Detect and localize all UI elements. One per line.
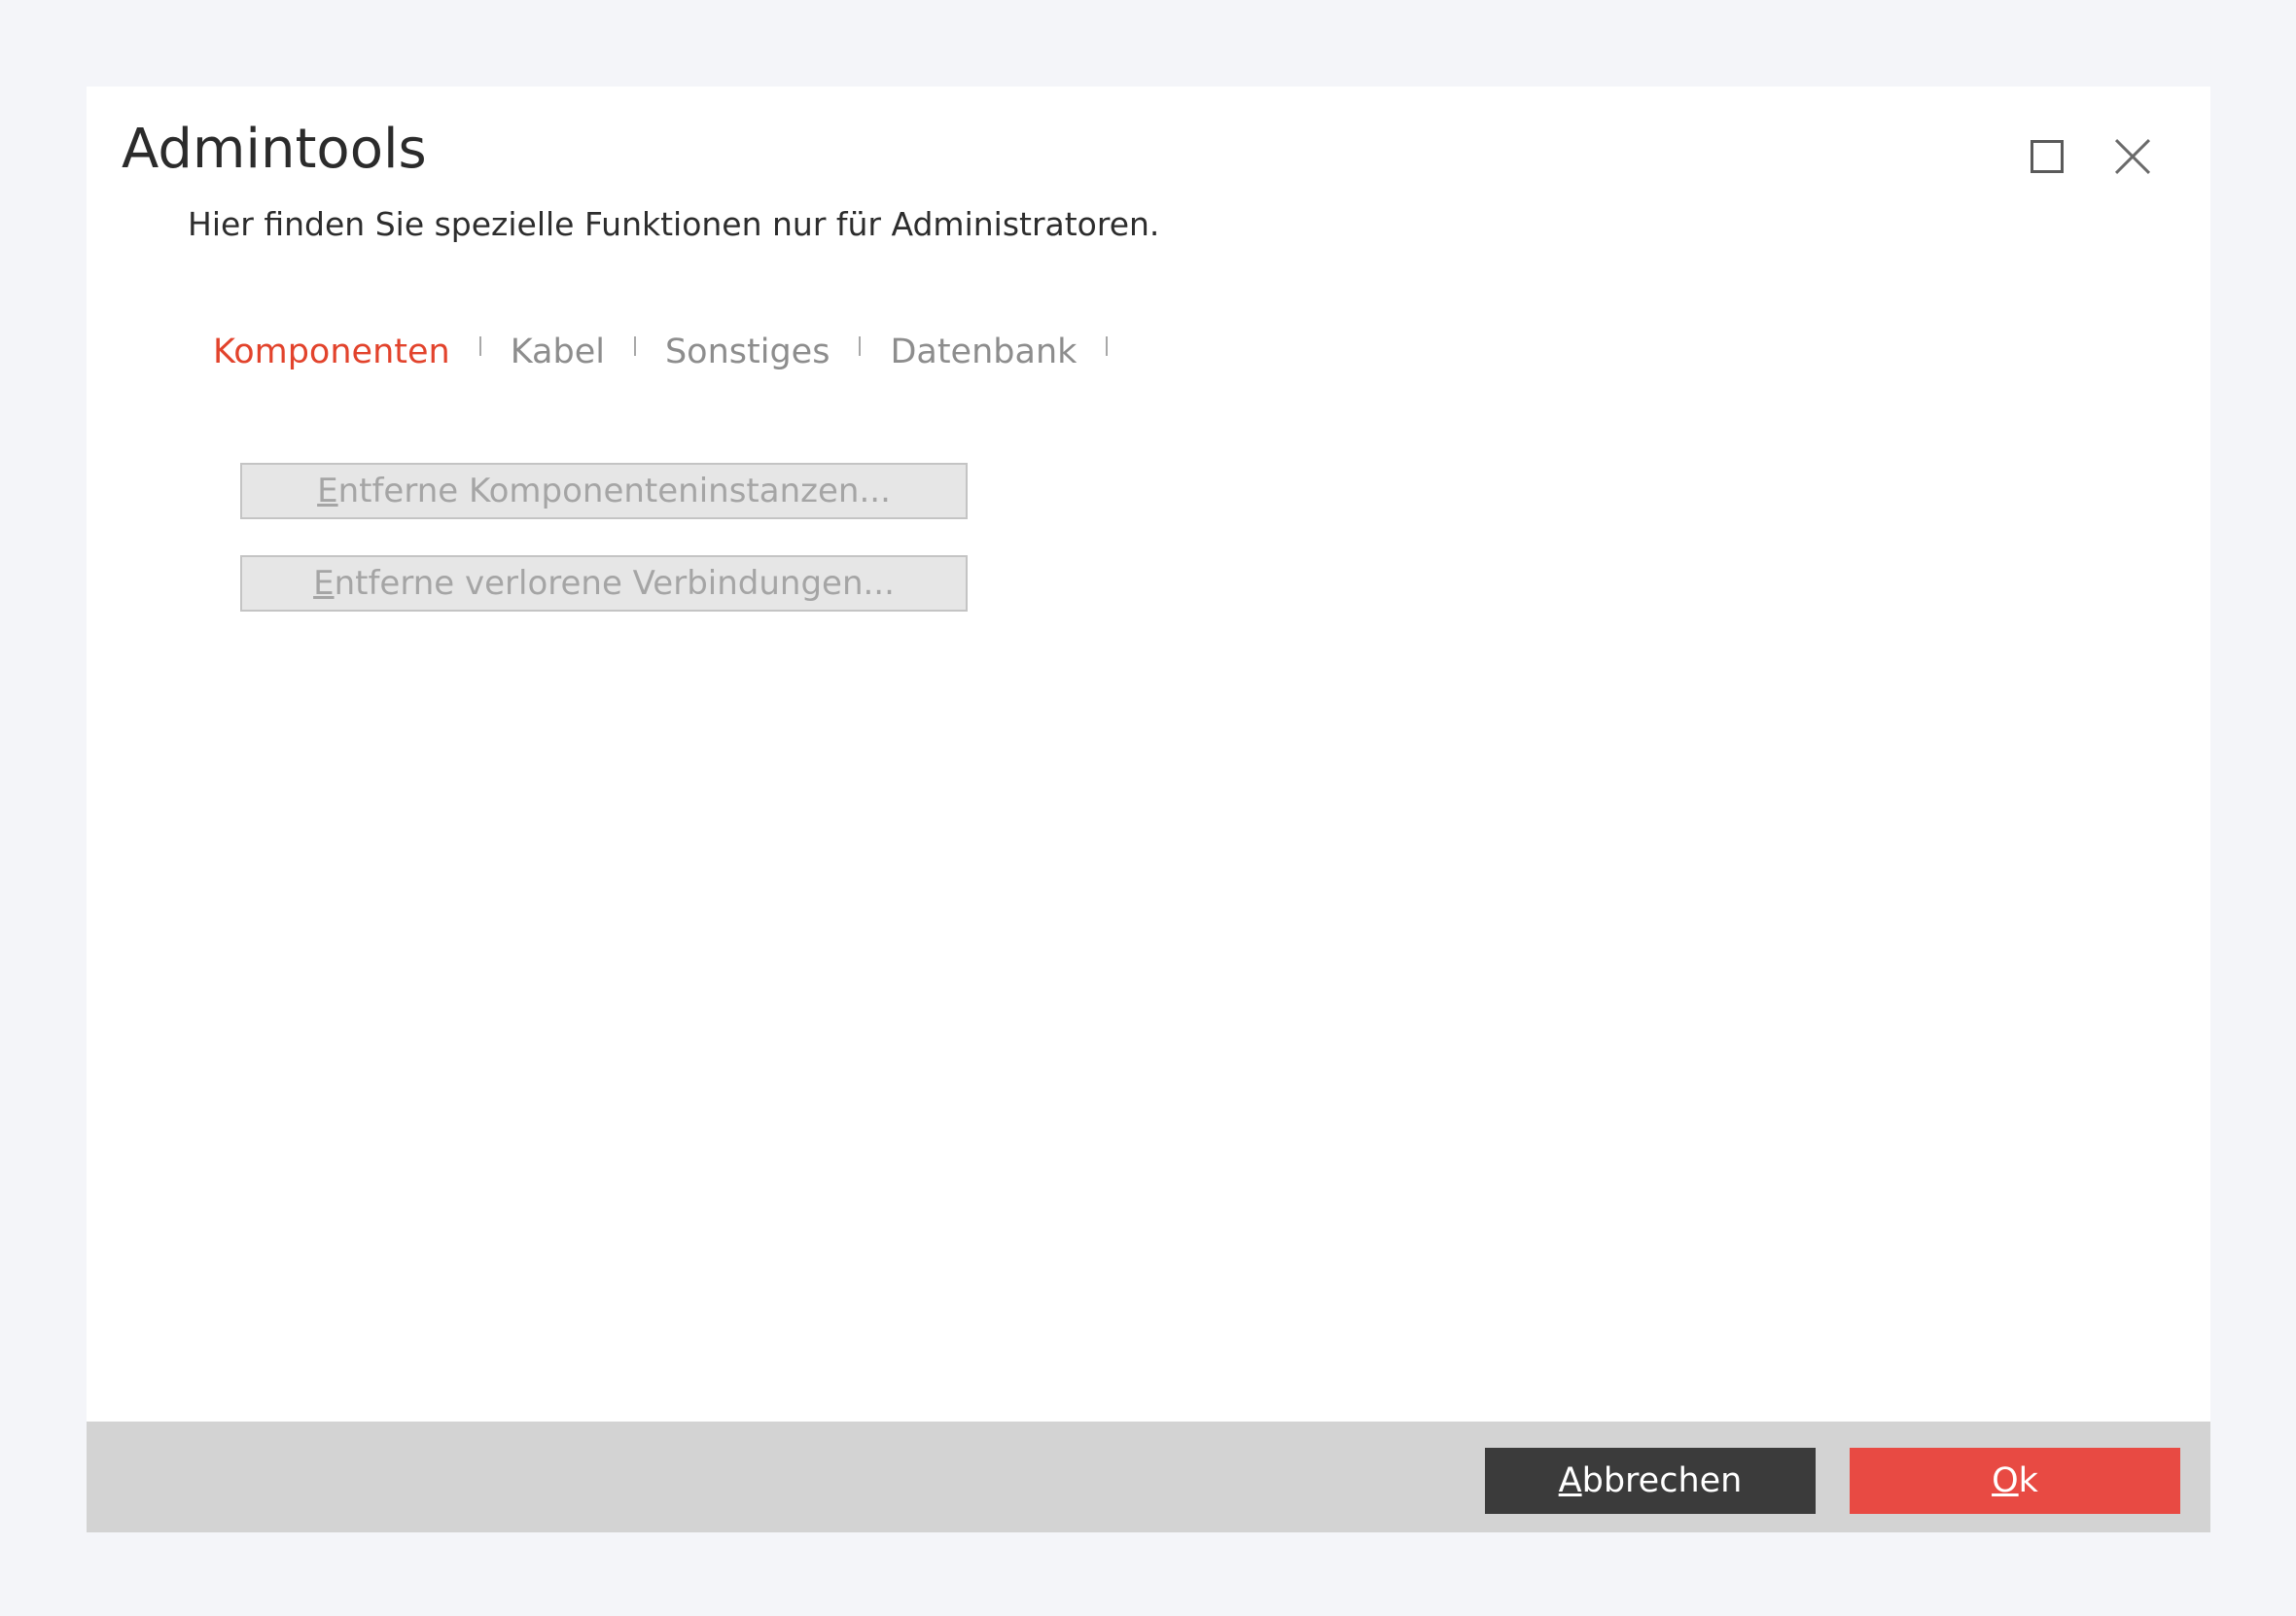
- remove-lost-connections-button[interactable]: Entferne verlorene Verbindungen...: [240, 555, 968, 612]
- tab-sonstiges[interactable]: Sonstiges: [665, 330, 830, 374]
- dialog-title: Admintools: [122, 118, 427, 181]
- tab-separator: [633, 336, 636, 356]
- tab-kabel[interactable]: Kabel: [511, 330, 605, 374]
- mnemonic-letter: A: [1558, 1461, 1582, 1500]
- window-controls: [1993, 125, 2164, 188]
- tab-bar: Komponenten Kabel Sonstiges Datenbank: [213, 330, 1137, 374]
- maximize-button[interactable]: [2016, 125, 2078, 188]
- tab-separator: [1106, 336, 1109, 356]
- tab-separator: [478, 336, 481, 356]
- mnemonic-letter: E: [317, 472, 338, 510]
- button-label: bbrechen: [1581, 1461, 1743, 1500]
- maximize-icon: [2031, 140, 2064, 173]
- close-icon: [2113, 137, 2152, 176]
- ok-button[interactable]: Ok: [1850, 1448, 2180, 1514]
- tab-komponenten[interactable]: Komponenten: [213, 330, 450, 374]
- tab-separator: [859, 336, 862, 356]
- button-label: k: [2018, 1461, 2038, 1500]
- dialog-subtitle: Hier finden Sie spezielle Funktionen nur…: [188, 205, 1160, 243]
- button-label: ntferne Komponenteninstanzen...: [337, 472, 891, 510]
- cancel-button[interactable]: Abbrechen: [1485, 1448, 1816, 1514]
- dialog-footer: Abbrechen Ok: [87, 1422, 2210, 1532]
- button-label: ntferne verlorene Verbindungen...: [334, 564, 895, 603]
- tab-datenbank[interactable]: Datenbank: [890, 330, 1077, 374]
- admintools-dialog: Admintools Hier finden Sie spezielle Fun…: [87, 87, 2210, 1532]
- mnemonic-letter: E: [313, 564, 335, 603]
- remove-component-instances-button[interactable]: Entferne Komponenteninstanzen...: [240, 463, 968, 519]
- close-button[interactable]: [2102, 125, 2164, 188]
- mnemonic-letter: O: [1992, 1461, 2019, 1500]
